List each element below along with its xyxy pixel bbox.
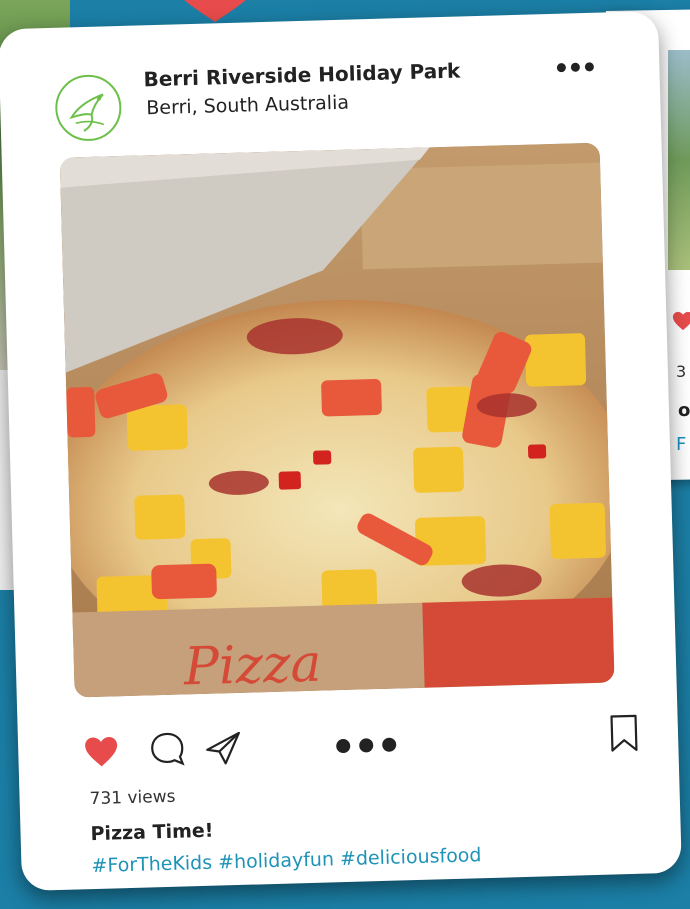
bookmark-icon[interactable] — [608, 714, 639, 753]
more-options-icon[interactable] — [555, 61, 595, 74]
more-options-icon[interactable] — [335, 737, 397, 755]
action-bar — [83, 714, 644, 774]
pizza-photo: Pizza — [59, 142, 615, 698]
comment-icon[interactable] — [149, 730, 186, 767]
views-count: 731 views — [89, 786, 176, 810]
heart-icon[interactable] — [83, 735, 120, 768]
kingfisher-logo-icon — [69, 93, 105, 132]
background-hashtag-text: F — [676, 434, 687, 455]
decorative-heart-icon — [184, 0, 246, 22]
post-card: Berri Riverside Holiday Park Berri, Sout… — [0, 10, 682, 892]
background-views-text: 3 — [676, 362, 687, 381]
caption-title: Pizza Time! — [90, 819, 214, 846]
background-caption-text: o — [678, 400, 690, 421]
avatar[interactable] — [54, 73, 123, 142]
box-logo-text: Pizza — [182, 634, 322, 698]
background-heart-icon — [672, 311, 690, 331]
hashtags[interactable]: #ForTheKids #holidayfun #deliciousfood — [91, 844, 482, 877]
background-photo-right — [668, 50, 690, 270]
send-icon[interactable] — [203, 729, 244, 766]
account-name[interactable]: Berri Riverside Holiday Park — [143, 58, 460, 91]
account-location[interactable]: Berri, South Australia — [146, 92, 349, 120]
post-image[interactable]: Pizza — [59, 142, 615, 698]
